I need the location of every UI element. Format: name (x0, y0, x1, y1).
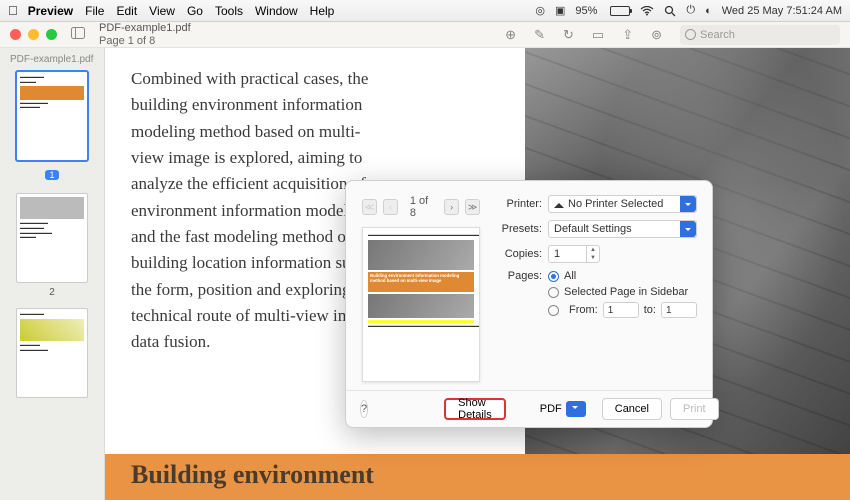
minimize-window-button[interactable] (28, 29, 39, 40)
to-input[interactable]: 1 (661, 302, 697, 318)
from-input[interactable]: 1 (603, 302, 639, 318)
presets-label: Presets: (494, 223, 542, 235)
battery-percent: 95% (575, 5, 597, 17)
print-button[interactable]: Print (670, 398, 719, 420)
preview-heading: Building environment information modelin… (368, 272, 474, 292)
to-label: to: (644, 304, 656, 316)
menubar-icon[interactable]: ◎ (535, 4, 545, 17)
share-icon[interactable]: ⇪ (622, 27, 633, 43)
step-down-icon[interactable]: ▼ (587, 254, 599, 262)
pages-label: Pages: (494, 270, 542, 282)
last-page-button[interactable]: ≫ (465, 199, 480, 215)
wifi-icon[interactable] (640, 6, 654, 16)
page-thumbnail-2[interactable]: ▬▬▬▬▬▬▬▬▬▬▬▬▬▬▬▬▬▬▬▬▬▬▬▬▬ (16, 193, 88, 283)
thumb-number: 1 (45, 170, 58, 180)
show-details-button[interactable]: Show Details (444, 398, 506, 420)
pages-selected-radio[interactable] (548, 287, 559, 298)
rotate-icon[interactable]: ↻ (563, 27, 574, 43)
menu-window[interactable]: Window (255, 4, 298, 18)
battery-icon[interactable] (607, 6, 630, 16)
cancel-button[interactable]: Cancel (602, 398, 662, 420)
presets-value: Default Settings (554, 223, 632, 235)
help-button[interactable]: ? (360, 400, 368, 418)
highlight-icon[interactable]: ▭ (592, 27, 604, 43)
page-counter: 1 of 8 (410, 195, 432, 219)
more-icon[interactable]: ⊚ (651, 27, 662, 43)
menubar-icon[interactable]: ▣ (555, 4, 565, 17)
thumb-number: 2 (10, 287, 94, 298)
menu-tools[interactable]: Tools (215, 4, 243, 18)
printer-dropdown[interactable]: No Printer Selected (548, 195, 697, 213)
document-viewport[interactable]: Combined with practical cases, the build… (105, 48, 850, 500)
chevron-down-icon (566, 401, 586, 417)
printer-value: No Printer Selected (568, 198, 663, 210)
page-indicator: Page 1 of 8 (99, 35, 191, 47)
step-up-icon[interactable]: ▲ (587, 246, 599, 254)
copies-label: Copies: (494, 248, 542, 260)
fullscreen-window-button[interactable] (46, 29, 57, 40)
pages-selected-label: Selected Page in Sidebar (564, 286, 688, 298)
chevron-down-icon (680, 196, 696, 212)
apple-menu-icon[interactable]:  (8, 3, 18, 18)
siri-icon[interactable]: ◐ (705, 5, 712, 17)
search-input[interactable]: Search (680, 25, 840, 45)
document-heading: Building environment (131, 460, 824, 490)
close-window-button[interactable] (10, 29, 21, 40)
document-title: PDF-example1.pdf (99, 22, 191, 34)
sidebar-toggle-icon[interactable] (71, 26, 85, 44)
menu-file[interactable]: File (85, 4, 104, 18)
window-controls (10, 29, 57, 40)
pdf-dropdown[interactable]: PDF (540, 401, 586, 417)
title-info: PDF-example1.pdf Page 1 of 8 (99, 22, 191, 46)
preview-window: PDF-example1.pdf Page 1 of 8 ⊕ ✎ ↻ ▭ ⇪ ⊚… (0, 22, 850, 500)
pages-range-radio[interactable] (548, 305, 559, 316)
page-thumbnail-3[interactable]: ▬▬▬▬▬▬▬▬▬▬▬▬▬▬▬▬▬▬ (16, 308, 88, 398)
next-page-button[interactable]: › (444, 199, 459, 215)
view-zoom-icon[interactable]: ⊕ (505, 27, 516, 43)
sidebar-title: PDF-example1.pdf (10, 54, 94, 65)
document-heading-banner: Building environment (105, 454, 850, 500)
clock[interactable]: Wed 25 May 7:51:24 AM (722, 5, 842, 17)
menu-help[interactable]: Help (310, 4, 335, 18)
app-menu[interactable]: Preview (28, 4, 73, 18)
spotlight-icon[interactable] (664, 5, 676, 17)
pages-all-radio[interactable] (548, 271, 559, 282)
warning-icon (554, 198, 564, 208)
markup-icon[interactable]: ✎ (534, 27, 545, 43)
copies-stepper[interactable]: 1 ▲▼ (548, 245, 600, 263)
pages-all-label: All (564, 270, 576, 282)
thumbnails-sidebar: PDF-example1.pdf ▬▬▬▬▬▬▬▬▬▬▬▬▬▬▬▬▬▬▬▬▬▬ … (0, 48, 105, 500)
chevron-down-icon (680, 221, 696, 237)
from-label: From: (569, 304, 598, 316)
presets-dropdown[interactable]: Default Settings (548, 220, 697, 238)
titlebar: PDF-example1.pdf Page 1 of 8 ⊕ ✎ ↻ ▭ ⇪ ⊚… (0, 22, 850, 48)
first-page-button[interactable]: ≪ (362, 199, 377, 215)
menu-go[interactable]: Go (187, 4, 203, 18)
prev-page-button[interactable]: ‹ (383, 199, 398, 215)
copies-value: 1 (554, 248, 560, 260)
control-center-icon[interactable]: ⏻ (686, 4, 695, 17)
print-dialog: ≪ ‹ 1 of 8 › ≫ ▬▬▬▬▬▬▬▬▬▬▬▬▬▬▬▬▬▬▬▬▬▬▬▬▬… (345, 180, 713, 428)
system-menubar:  Preview File Edit View Go Tools Window… (0, 0, 850, 22)
printer-label: Printer: (494, 198, 542, 210)
menu-edit[interactable]: Edit (116, 4, 137, 18)
page-thumbnail-1[interactable]: ▬▬▬▬▬▬▬▬▬▬▬▬▬▬▬▬▬▬▬▬▬▬ (16, 71, 88, 161)
menu-view[interactable]: View (149, 4, 175, 18)
print-preview-page: ▬▬▬▬▬▬▬▬▬▬▬▬▬▬▬▬▬▬▬▬▬▬▬▬▬▬▬▬▬▬▬▬▬▬▬▬▬▬▬▬… (362, 227, 480, 382)
